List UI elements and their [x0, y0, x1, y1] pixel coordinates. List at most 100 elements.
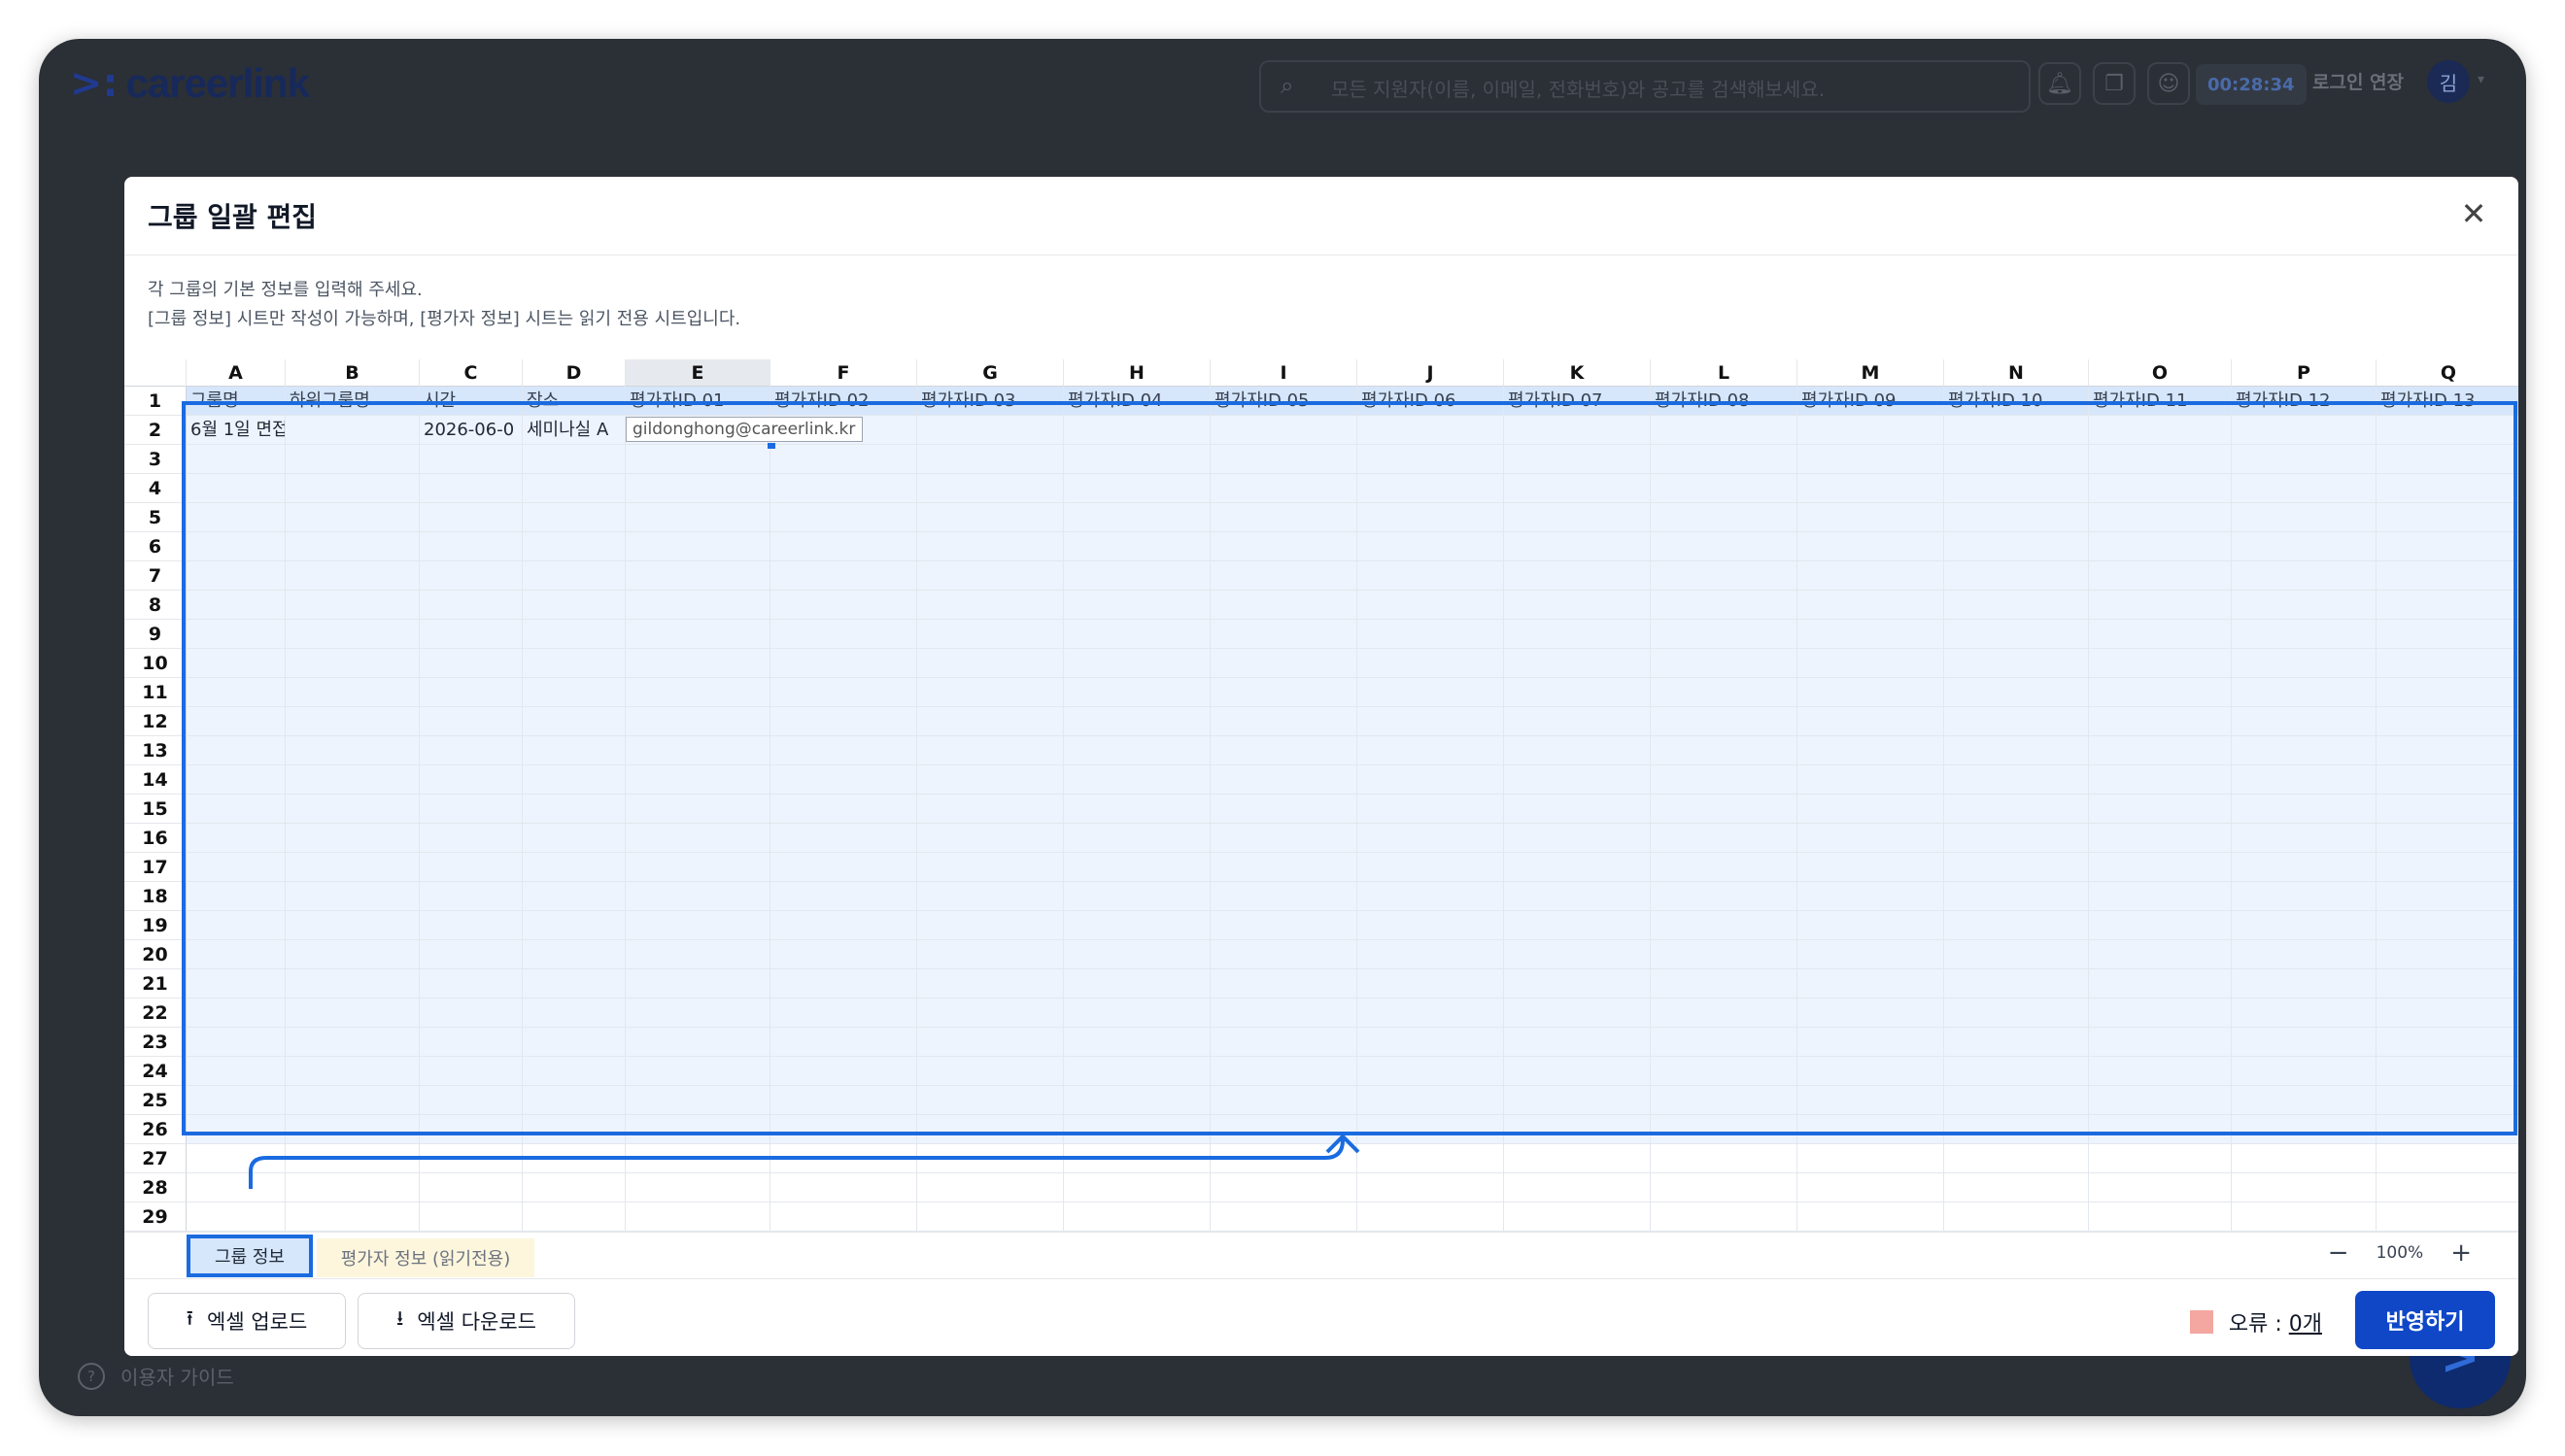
grid-cell[interactable]	[1797, 824, 1944, 853]
header-cell[interactable]: 평가자ID 06	[1357, 387, 1504, 416]
grid-cell[interactable]	[523, 1144, 626, 1173]
grid-cell[interactable]	[1357, 503, 1504, 532]
grid-cell[interactable]	[1651, 911, 1797, 940]
grid-cell[interactable]	[1064, 678, 1211, 707]
column-header[interactable]: L	[1651, 359, 1797, 387]
grid-cell[interactable]	[1651, 999, 1797, 1028]
grid-cell[interactable]	[626, 795, 770, 824]
grid-cell[interactable]	[2377, 911, 2518, 940]
grid-cell[interactable]	[2377, 416, 2518, 445]
grid-cell[interactable]	[1944, 649, 2089, 678]
grid-cell[interactable]	[420, 1144, 523, 1173]
grid-cell[interactable]	[1064, 561, 1211, 591]
column-header[interactable]: I	[1211, 359, 1357, 387]
grid-cell[interactable]	[1651, 532, 1797, 561]
grid-cell[interactable]	[1504, 736, 1651, 765]
grid-cell[interactable]	[1211, 1115, 1357, 1144]
grid-cell[interactable]	[2089, 999, 2232, 1028]
grid-cell[interactable]	[917, 591, 1064, 620]
grid-cell[interactable]	[1211, 1202, 1357, 1232]
grid-cell[interactable]	[420, 474, 523, 503]
grid-cell[interactable]	[187, 503, 286, 532]
header-cell[interactable]: 평가자ID 10	[1944, 387, 2089, 416]
header-cell[interactable]: 평가자ID 04	[1064, 387, 1211, 416]
grid-cell[interactable]	[1211, 503, 1357, 532]
row-header[interactable]: 5	[124, 503, 187, 532]
grid-cell[interactable]	[917, 620, 1064, 649]
grid-cell[interactable]	[1211, 940, 1357, 969]
grid-cell[interactable]	[2377, 999, 2518, 1028]
grid-cell[interactable]	[1797, 1086, 1944, 1115]
grid-cell[interactable]	[420, 853, 523, 882]
grid-cell[interactable]	[1797, 765, 1944, 795]
grid-cell[interactable]	[187, 561, 286, 591]
grid-cell[interactable]	[187, 1144, 286, 1173]
grid-cell[interactable]	[1064, 795, 1211, 824]
grid-cell[interactable]	[1064, 474, 1211, 503]
grid-cell[interactable]	[2232, 474, 2377, 503]
grid-cell[interactable]	[1944, 795, 2089, 824]
zoom-in-button[interactable]: +	[2450, 1238, 2472, 1268]
grid-cell[interactable]	[2232, 532, 2377, 561]
row-header[interactable]: 9	[124, 620, 187, 649]
grid-cell[interactable]	[420, 649, 523, 678]
column-header[interactable]: N	[1944, 359, 2089, 387]
grid-cell[interactable]	[917, 561, 1064, 591]
grid-cell[interactable]	[420, 503, 523, 532]
grid-cell[interactable]	[1797, 532, 1944, 561]
grid-cell[interactable]	[286, 795, 420, 824]
grid-cell[interactable]	[2377, 824, 2518, 853]
grid-cell[interactable]	[1797, 1144, 1944, 1173]
column-header[interactable]: E	[626, 359, 770, 387]
grid-cell[interactable]	[2089, 532, 2232, 561]
grid-cell[interactable]	[2232, 1144, 2377, 1173]
grid-cell[interactable]	[1211, 736, 1357, 765]
grid-cell[interactable]	[523, 969, 626, 999]
grid-cell[interactable]	[1944, 1086, 2089, 1115]
grid-cell[interactable]	[1504, 1202, 1651, 1232]
row-header[interactable]: 6	[124, 532, 187, 561]
grid-cell[interactable]	[2089, 1086, 2232, 1115]
chevron-down-icon[interactable]: ▾	[2478, 72, 2484, 87]
grid-cell[interactable]	[917, 416, 1064, 445]
grid-cell[interactable]	[1944, 882, 2089, 911]
grid-cell[interactable]	[2377, 649, 2518, 678]
row-header[interactable]: 19	[124, 911, 187, 940]
grid-cell[interactable]	[1357, 765, 1504, 795]
grid-cell[interactable]	[1064, 1115, 1211, 1144]
grid-cell[interactable]	[2377, 1086, 2518, 1115]
global-search-input[interactable]: ⌕ 모든 지원자(이름, 이메일, 전화번호)와 공고를 검색해보세요.	[1259, 60, 2031, 113]
grid-cell[interactable]	[1944, 1202, 2089, 1232]
grid-cell[interactable]	[2377, 765, 2518, 795]
grid-cell[interactable]	[187, 999, 286, 1028]
header-cell[interactable]: 평가자ID 12	[2232, 387, 2377, 416]
grid-cell[interactable]	[1797, 561, 1944, 591]
grid-cell[interactable]	[2377, 736, 2518, 765]
header-cell[interactable]: 평가자ID 08	[1651, 387, 1797, 416]
grid-cell[interactable]	[1504, 940, 1651, 969]
grid-cell[interactable]	[286, 649, 420, 678]
grid-cell[interactable]	[187, 591, 286, 620]
grid-cell[interactable]	[626, 1086, 770, 1115]
grid-cell[interactable]	[1651, 1115, 1797, 1144]
grid-cell[interactable]	[2232, 1202, 2377, 1232]
grid-cell[interactable]	[2089, 678, 2232, 707]
column-header[interactable]: O	[2089, 359, 2232, 387]
grid-cell[interactable]	[187, 678, 286, 707]
grid-cell[interactable]	[523, 707, 626, 736]
row-header[interactable]: 20	[124, 940, 187, 969]
grid-cell[interactable]	[420, 999, 523, 1028]
grid-cell[interactable]	[1651, 1057, 1797, 1086]
grid-cell[interactable]	[1064, 591, 1211, 620]
grid-cell[interactable]	[626, 853, 770, 882]
grid-cell[interactable]	[1651, 1202, 1797, 1232]
grid-cell[interactable]	[1504, 969, 1651, 999]
grid-cell[interactable]	[1064, 999, 1211, 1028]
grid-cell[interactable]	[2232, 620, 2377, 649]
bookmark-button[interactable]: ❐	[2093, 62, 2136, 105]
grid-cell[interactable]	[2377, 969, 2518, 999]
grid-cell[interactable]	[917, 795, 1064, 824]
grid-cell[interactable]	[917, 474, 1064, 503]
grid-cell[interactable]	[1064, 1173, 1211, 1202]
grid-cell[interactable]	[917, 736, 1064, 765]
